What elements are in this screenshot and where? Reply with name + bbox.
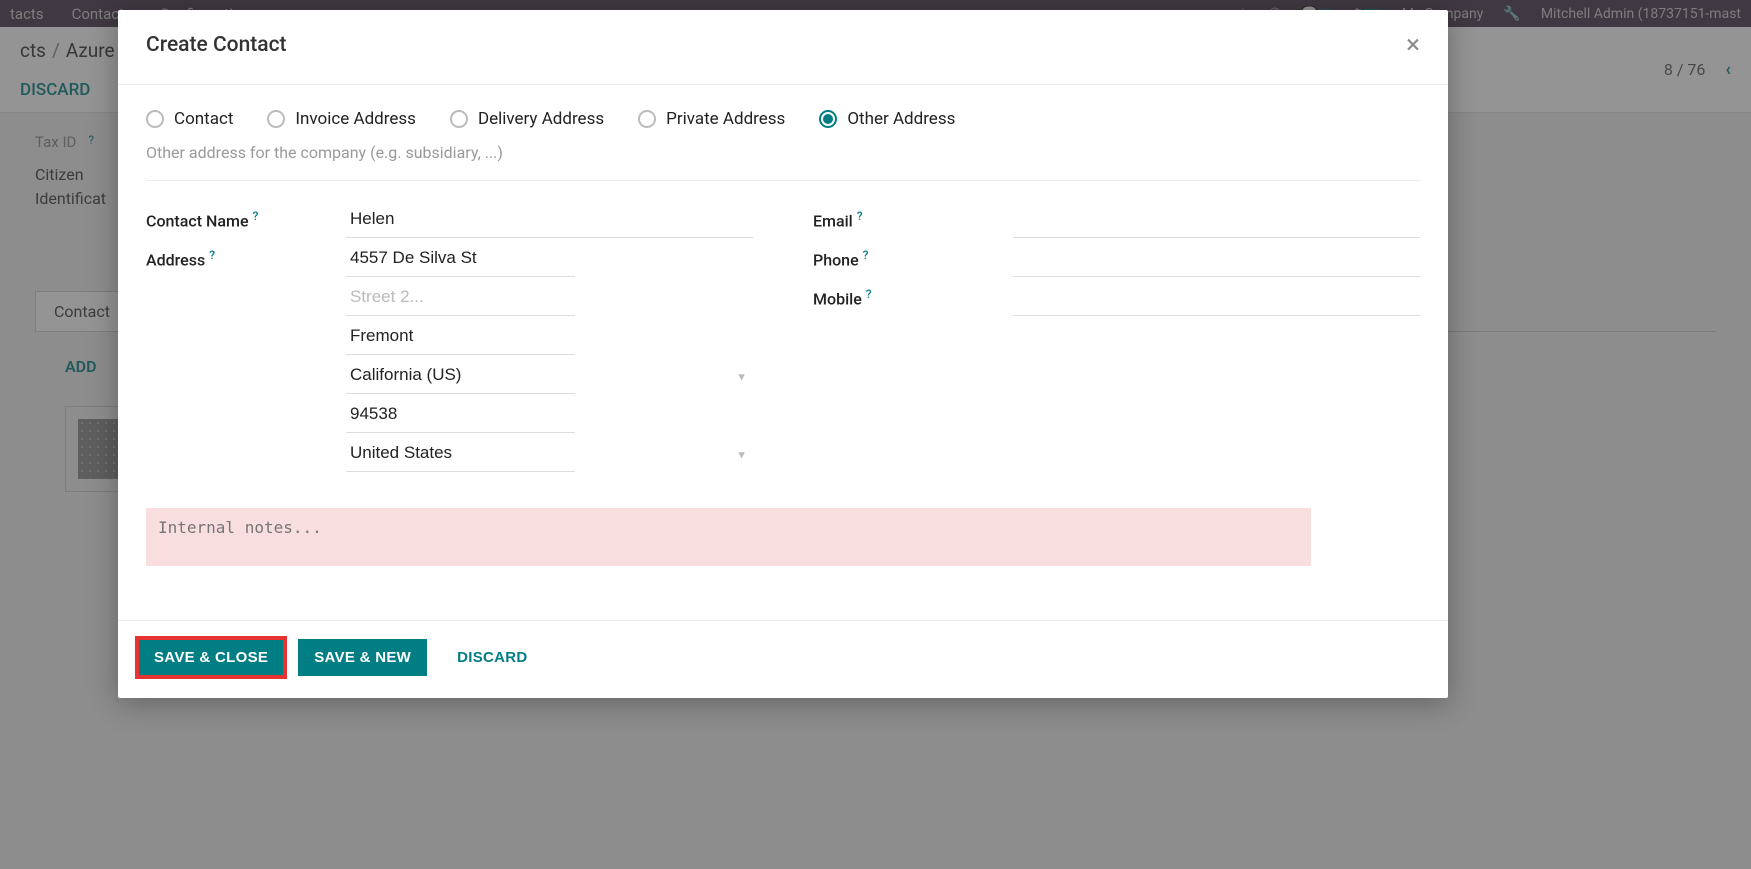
help-icon[interactable]: ? — [866, 287, 872, 301]
help-icon[interactable]: ? — [857, 209, 863, 223]
radio-private[interactable]: Private Address — [638, 109, 785, 129]
radio-invoice[interactable]: Invoice Address — [267, 109, 416, 129]
address-type-radios: Contact Invoice Address Delivery Address… — [146, 85, 1420, 137]
help-icon[interactable]: ? — [209, 248, 215, 262]
phone-label: Phone — [813, 250, 859, 269]
country-select[interactable] — [346, 435, 575, 472]
help-icon[interactable]: ? — [253, 209, 259, 223]
contact-name-input[interactable] — [346, 201, 753, 238]
mobile-label: Mobile — [813, 289, 862, 308]
modal-title: Create Contact — [146, 33, 287, 57]
help-icon[interactable]: ? — [863, 248, 869, 262]
email-input[interactable] — [1013, 201, 1420, 238]
radio-contact[interactable]: Contact — [146, 109, 233, 129]
mobile-input[interactable] — [1013, 279, 1420, 316]
save-close-button[interactable]: SAVE & CLOSE — [138, 639, 284, 676]
email-label: Email — [813, 211, 853, 230]
create-contact-modal: Create Contact × Contact Invoice Address… — [118, 10, 1448, 698]
discard-button[interactable]: DISCARD — [441, 639, 543, 676]
radio-delivery[interactable]: Delivery Address — [450, 109, 604, 129]
radio-other[interactable]: Other Address — [819, 109, 955, 129]
street2-input[interactable] — [346, 279, 575, 316]
phone-input[interactable] — [1013, 240, 1420, 277]
state-select[interactable] — [346, 357, 575, 394]
address-label: Address — [146, 250, 205, 269]
chevron-down-icon: ▼ — [736, 370, 747, 383]
zip-input[interactable] — [346, 396, 575, 433]
internal-notes-input[interactable] — [146, 508, 1311, 566]
save-new-button[interactable]: SAVE & NEW — [298, 639, 427, 676]
city-input[interactable] — [346, 318, 575, 355]
street-input[interactable] — [346, 240, 575, 277]
radio-help-text: Other address for the company (e.g. subs… — [146, 137, 1420, 181]
close-icon[interactable]: × — [1406, 30, 1420, 60]
contact-name-label: Contact Name — [146, 211, 249, 230]
chevron-down-icon: ▼ — [736, 448, 747, 461]
